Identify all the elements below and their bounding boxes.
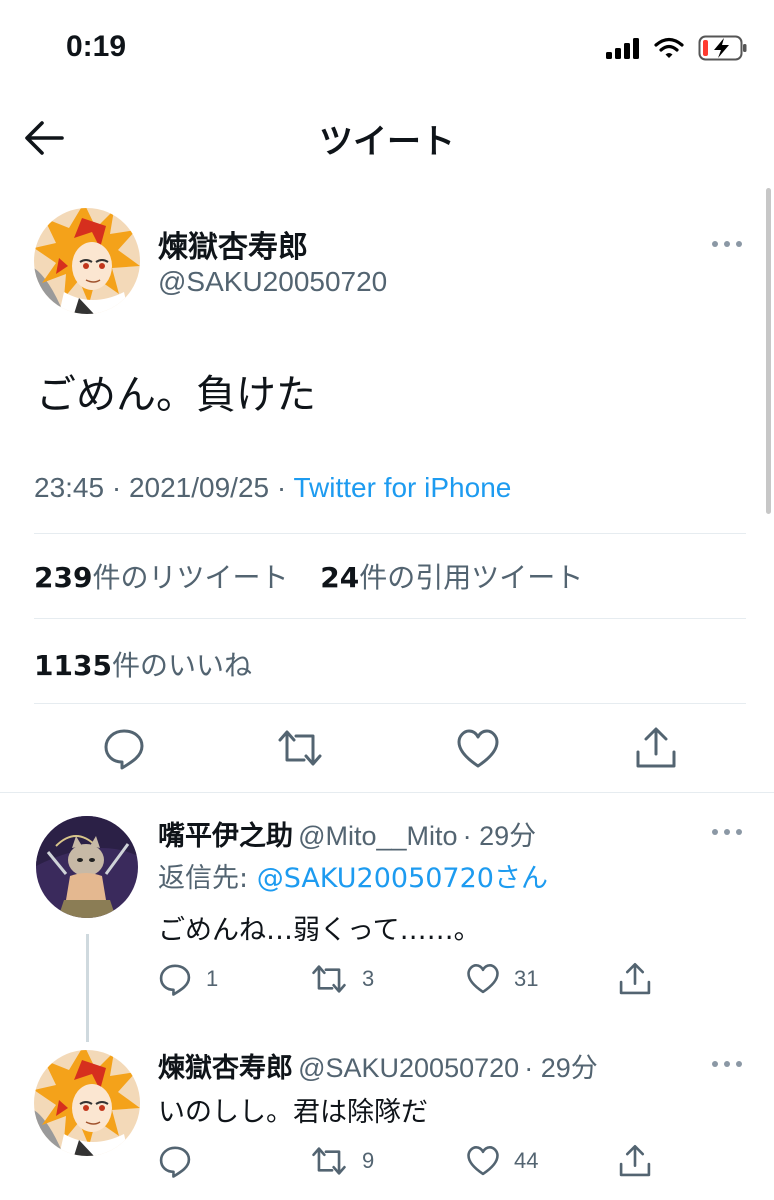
likes-label: 件のいいね <box>111 649 252 682</box>
reply-author-handle[interactable]: @SAKU20050720 <box>298 1053 519 1083</box>
tweet-client-link[interactable]: Twitter for iPhone <box>293 472 511 503</box>
reply-text: ごめんね…弱くって……。 <box>158 915 481 946</box>
retweets-stat[interactable]: 239件のリツイート <box>34 561 288 594</box>
reply-author-name[interactable]: 嘴平伊之助 <box>158 821 293 852</box>
more-dot-icon <box>736 1061 742 1067</box>
share-button[interactable] <box>634 726 678 770</box>
reply-author-handle[interactable]: @Mito__Mito <box>298 821 457 851</box>
share-icon <box>636 727 676 768</box>
heart-icon <box>467 963 499 994</box>
reply-time: · 29分 <box>524 1053 598 1083</box>
more-options-button[interactable] <box>712 1054 752 1074</box>
divider <box>0 792 774 793</box>
thread-line <box>86 934 89 1042</box>
retweet-button[interactable] <box>276 726 322 770</box>
like-count: 31 <box>514 966 539 991</box>
battery-charging-icon <box>698 35 747 61</box>
reply-button[interactable] <box>102 726 146 770</box>
retweet-icon <box>312 1147 346 1175</box>
share-icon <box>619 1145 651 1177</box>
retweet-count: 9 <box>362 1148 375 1173</box>
reply-to-label: 返信先: <box>158 863 257 894</box>
reply-count: 1 <box>206 966 219 991</box>
divider <box>34 618 746 619</box>
page-title: ツイート <box>319 122 455 162</box>
heart-icon <box>467 1145 499 1176</box>
quotes-stat[interactable]: 24件の引用ツイート <box>320 561 583 594</box>
more-dot-icon <box>712 1061 718 1067</box>
reply-icon <box>159 964 191 996</box>
more-dot-icon <box>736 829 742 835</box>
heart-icon <box>457 729 499 768</box>
likes-stat[interactable]: 1135件のいいね <box>34 644 252 684</box>
avatar-image <box>34 1050 140 1156</box>
reply-icon <box>104 729 144 770</box>
retweets-label: 件のリツイート <box>92 561 289 594</box>
retweets-count: 239 <box>34 561 93 594</box>
more-options-button[interactable] <box>712 822 752 842</box>
tweet-text: ごめん。負けた <box>36 372 316 418</box>
signal-icon <box>606 38 639 59</box>
retweet-icon <box>312 965 346 993</box>
retweet-button[interactable]: 3 <box>310 962 374 996</box>
divider <box>34 533 746 534</box>
retweet-button[interactable]: 9 <box>310 1144 374 1178</box>
avatar[interactable] <box>34 208 140 314</box>
status-time: 0:19 <box>66 30 127 63</box>
like-button[interactable]: 31 <box>466 963 538 995</box>
reply-icon <box>159 1146 191 1178</box>
wifi-icon <box>654 37 684 58</box>
status-icons <box>606 34 748 62</box>
more-dot-icon <box>712 829 718 835</box>
share-button[interactable] <box>618 1144 652 1178</box>
quotes-label: 件の引用ツイート <box>359 561 584 594</box>
likes-count: 1135 <box>34 649 112 682</box>
avatar-image <box>36 816 138 918</box>
scrollbar[interactable] <box>766 188 771 514</box>
more-dot-icon <box>724 829 730 835</box>
avatar[interactable] <box>36 816 138 918</box>
share-icon <box>619 963 651 995</box>
more-dot-icon <box>724 1061 730 1067</box>
reply-time: · 29分 <box>462 821 537 851</box>
reply-author-name[interactable]: 煉獄杏寿郎 <box>158 1053 293 1084</box>
avatar-image <box>34 208 140 314</box>
more-dot-icon <box>724 241 730 247</box>
author-name[interactable]: 煉獄杏寿郎 <box>158 222 308 266</box>
reply-header: 煉獄杏寿郎 @SAKU20050720 · 29分 <box>158 1046 598 1085</box>
share-button[interactable] <box>618 962 652 996</box>
more-dot-icon <box>712 241 718 247</box>
more-dot-icon <box>736 241 742 247</box>
like-button[interactable]: 44 <box>466 1145 538 1177</box>
divider <box>34 703 746 704</box>
reply-button[interactable]: 1 <box>158 962 218 996</box>
avatar[interactable] <box>34 1050 140 1156</box>
reply-to-mention[interactable]: @SAKU20050720さん <box>257 863 548 894</box>
author-handle[interactable]: @SAKU20050720 <box>158 266 387 298</box>
like-button[interactable] <box>456 728 500 772</box>
reply-text: いのしし。君は除隊だ <box>158 1097 428 1128</box>
quotes-count: 24 <box>320 561 360 594</box>
reply-header: 嘴平伊之助 @Mito__Mito · 29分 <box>158 814 536 853</box>
tweet-meta: 23:45 · 2021/09/25 · Twitter for iPhone <box>34 472 511 504</box>
more-options-button[interactable] <box>712 234 752 254</box>
retweet-icon <box>278 730 322 766</box>
tweet-timestamp[interactable]: 23:45 · 2021/09/25 · <box>34 472 293 503</box>
retweet-count: 3 <box>362 966 375 991</box>
reply-to: 返信先: @SAKU20050720さん <box>158 856 548 895</box>
reply-button[interactable] <box>158 1144 206 1178</box>
like-count: 44 <box>514 1148 539 1173</box>
retweet-quote-stats: 239件のリツイート 24件の引用ツイート <box>34 556 583 596</box>
